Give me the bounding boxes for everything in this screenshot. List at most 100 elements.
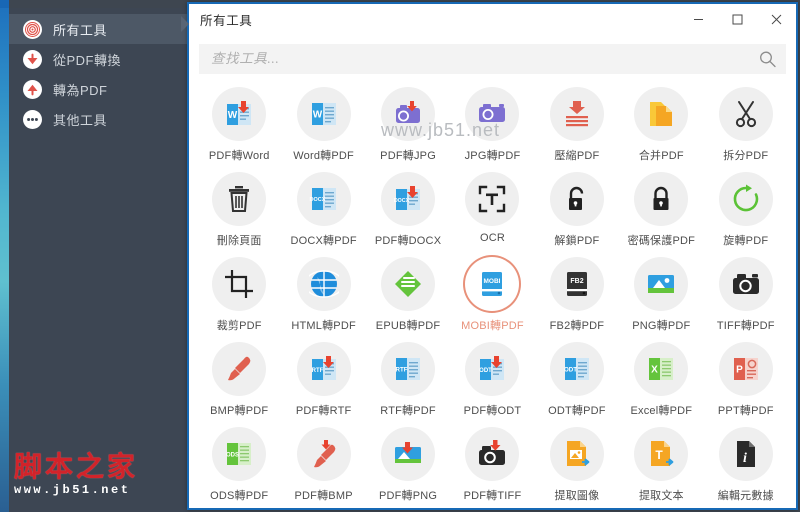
lock-pdf-icon [653,186,669,210]
tool-word-to-pdf[interactable]: W Word轉PDF [281,80,365,165]
tool-unlock-pdf[interactable]: 解鎖PDF [535,165,619,250]
sidebar-item-convert-from-pdf[interactable]: 從PDF轉換 [9,44,188,74]
tool-label: 旋轉PDF [723,235,769,247]
search-bar[interactable] [199,44,786,74]
tool-label: BMP轉PDF [210,405,269,417]
tool-lock-pdf[interactable]: 密碼保護PDF [619,165,703,250]
tool-excel-to-pdf[interactable]: X Excel轉PDF [619,335,703,420]
tool-label: RTF轉PDF [380,405,436,417]
search-icon[interactable] [759,51,776,68]
sidebar-item-label: 轉為PDF [53,82,108,98]
ellipsis-circle-icon [23,109,42,129]
tool-merge-pdf[interactable]: 合并PDF [619,80,703,165]
minimize-button[interactable] [679,4,718,35]
tool-rotate-pdf[interactable]: 旋轉PDF [704,165,788,250]
tool-bmp-to-pdf[interactable]: BMP轉PDF [197,335,281,420]
sidebar-item-label: 從PDF轉換 [53,52,122,68]
tool-icon-wrap [212,257,267,311]
ocr-icon [479,185,506,213]
tool-label: 合并PDF [638,150,684,162]
compress-pdf-icon [565,101,588,127]
svg-text:ODT: ODT [564,367,577,374]
svg-text:i: i [743,451,747,466]
tool-pdf-to-docx[interactable]: DOCX PDF轉DOCX [366,165,450,250]
sidebar-item-other-tools[interactable]: 其他工具 [9,104,188,134]
tool-pdf-to-word[interactable]: W PDF轉Word [197,80,281,165]
close-button[interactable] [757,4,796,35]
mobi-to-pdf-icon: MOBI [482,272,503,296]
tool-epub-to-pdf[interactable]: EPUB轉PDF [366,250,450,335]
tool-label: 拆分PDF [723,150,769,162]
minimize-icon [694,19,703,20]
tool-odt-to-pdf[interactable]: ODT ODT轉PDF [535,335,619,420]
tool-pdf-to-png[interactable]: PDF轉PNG [366,420,450,505]
merge-pdf-icon [650,102,673,126]
tool-icon-wrap [718,172,773,226]
sidebar-item-convert-to-pdf[interactable]: 轉為PDF [9,74,188,104]
window-title: 所有工具 [200,14,253,28]
close-icon [771,14,782,25]
tool-pdf-to-jpg[interactable]: PDF轉JPG [366,80,450,165]
tool-edit-metadata[interactable]: i 編輯元數據 [704,420,788,505]
svg-text:DOCX: DOCX [309,197,325,203]
tool-compress-pdf[interactable]: 壓縮PDF [535,80,619,165]
tool-icon-wrap: MOBI [465,257,520,311]
ppt-to-pdf-icon: P [733,358,758,380]
tool-label: TIFF轉PDF [716,320,775,332]
pdf-to-odt-icon: ODT [480,356,505,380]
tool-label: PDF轉RTF [295,405,352,417]
tool-rtf-to-pdf[interactable]: RTF RTF轉PDF [366,335,450,420]
tool-icon-wrap: i [718,427,773,481]
tool-icon-wrap [549,87,604,141]
odt-to-pdf-icon: ODT [564,358,589,380]
unlock-pdf-icon [568,186,584,210]
tool-ocr[interactable]: OCR [450,165,534,250]
pdf-to-tiff-icon [479,440,506,465]
tool-html-to-pdf[interactable]: HTML轉PDF [281,250,365,335]
tool-pdf-to-odt[interactable]: ODT PDF轉ODT [450,335,534,420]
maximize-icon [732,14,743,25]
tool-label: PDF轉JPG [380,150,436,162]
tool-label: PDF轉TIFF [463,490,522,502]
tool-docx-to-pdf[interactable]: DOCX DOCX轉PDF [281,165,365,250]
sidebar-item-label: 所有工具 [53,22,108,38]
tool-mobi-to-pdf[interactable]: MOBI MOBI轉PDF [450,250,534,335]
window-titlebar[interactable]: 所有工具 [189,4,796,36]
tool-split-pdf[interactable]: 拆分PDF [704,80,788,165]
tool-label: MOBI轉PDF [461,320,524,332]
sidebar-item-all-tools[interactable]: 所有工具 [9,14,188,44]
tool-label: PDF轉PNG [378,490,438,502]
tool-label: Excel轉PDF [630,405,693,417]
tool-pdf-to-tiff[interactable]: PDF轉TIFF [450,420,534,505]
tool-delete-pages[interactable]: 刪除頁面 [197,165,281,250]
tool-icon-wrap: W [296,87,351,141]
tool-extract-text[interactable]: T 提取文本 [619,420,703,505]
tool-icon-wrap: X [634,342,689,396]
tool-extract-images[interactable]: 提取圖像 [535,420,619,505]
pdf-to-word-icon: W [227,101,252,125]
rotate-pdf-icon [733,184,759,212]
tool-fb2-to-pdf[interactable]: FB2 FB2轉PDF [535,250,619,335]
tool-png-to-pdf[interactable]: PNG轉PDF [619,250,703,335]
tool-tiff-to-pdf[interactable]: TIFF轉PDF [704,250,788,335]
tool-label: FB2轉PDF [549,320,605,332]
search-input[interactable] [199,44,786,74]
svg-text:ODS: ODS [226,453,239,459]
tool-pdf-to-bmp[interactable]: PDF轉BMP [281,420,365,505]
arrow-up-circle-icon [23,79,42,99]
tool-icon-wrap [296,427,351,481]
tool-pdf-to-rtf[interactable]: RTF PDF轉RTF [281,335,365,420]
tool-ods-to-pdf[interactable]: ODS ODS轉PDF [197,420,281,505]
tool-icon-wrap [549,172,604,226]
maximize-button[interactable] [718,4,757,35]
extract-text-icon: T [651,441,674,466]
crop-pdf-icon [225,270,254,298]
tool-crop-pdf[interactable]: 裁剪PDF [197,250,281,335]
tool-icon-wrap [212,342,267,396]
tool-label: PDF轉BMP [294,490,353,502]
tool-label: ODS轉PDF [210,490,269,502]
tool-icon-wrap: RTF [381,342,436,396]
pdf-to-bmp-icon [313,440,335,468]
tool-ppt-to-pdf[interactable]: P PPT轉PDF [704,335,788,420]
tool-jpg-to-pdf[interactable]: JPG轉PDF [450,80,534,165]
